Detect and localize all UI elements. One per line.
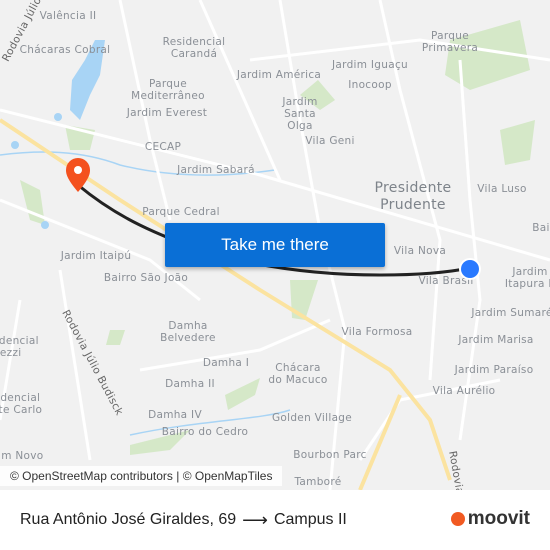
map-label: Jardim Itapura II — [504, 266, 550, 290]
map-label: Jardim América — [236, 69, 322, 81]
map-label: Parque Cedral — [142, 206, 220, 218]
map-label: Jardim Everest — [126, 107, 208, 119]
map-label: Golden Village — [271, 412, 353, 424]
map-attribution[interactable]: © OpenStreetMap contributors | © OpenMap… — [0, 466, 283, 486]
map-label: Damha Belvedere — [160, 320, 216, 344]
map-label: Bai — [532, 222, 550, 234]
map-label: Residencial Mezzi — [0, 335, 39, 359]
map-label: Damha I — [202, 357, 250, 369]
moovit-logo-icon — [450, 512, 465, 526]
arrow-right-icon: ⟶ — [242, 509, 268, 530]
map-label: Jardim Itaipú — [60, 250, 132, 262]
map-label: Residencial Monte Carlo — [0, 392, 43, 416]
map-label: Damha II — [165, 378, 215, 390]
map-label: Bairro do Cedro — [161, 426, 249, 438]
map-label: Valência II — [39, 10, 97, 22]
map-label: Inocoop — [348, 79, 392, 91]
map-label: Parque Primavera — [421, 30, 479, 54]
take-me-there-button[interactable]: Take me there — [165, 223, 385, 267]
map-label: Jardim Santa Olga — [282, 96, 318, 132]
map-label: Jardim Sabará — [177, 164, 255, 176]
map-label: Vila Geni — [305, 135, 355, 147]
map-label: Vila Brasil — [418, 275, 474, 287]
map-label: Jardim Iguaçu — [332, 59, 408, 71]
map-label: CECAP — [144, 141, 182, 153]
map-label: Jardim Marisa — [458, 334, 534, 346]
origin-text: Rua Antônio José Giraldes, 69 — [20, 511, 237, 528]
map-label: Bourbon Parc — [293, 449, 367, 461]
map-label: Damha IV — [148, 409, 202, 421]
map-label: Bairro São João — [103, 272, 189, 284]
map-label: Vila Luso — [477, 183, 527, 195]
brand-name: moovit — [467, 508, 530, 529]
city-label: Presidente Prudente — [374, 180, 452, 213]
map-label: Jardim Paraíso — [454, 364, 534, 376]
destination-text: Campus II — [273, 511, 347, 528]
map-label: Vila Aurélio — [432, 385, 496, 397]
map-label: Chácara do Macuco — [268, 362, 328, 386]
map-label: Residencial Carandá — [162, 36, 226, 60]
map-label: Tamboré — [294, 476, 342, 488]
map[interactable]: Valência II Chácaras Cobral Residencial … — [0, 0, 550, 490]
map-label: Jardim Novo — [0, 450, 44, 462]
map-label: Vila Formosa — [341, 326, 413, 338]
map-label: Chácaras Cobral — [19, 44, 111, 56]
map-label: Vila Nova — [393, 245, 447, 257]
map-label: Jardim Sumaré — [471, 307, 550, 319]
map-label: Parque Mediterrâneo — [131, 78, 205, 102]
moovit-logo: moovit — [450, 508, 530, 530]
